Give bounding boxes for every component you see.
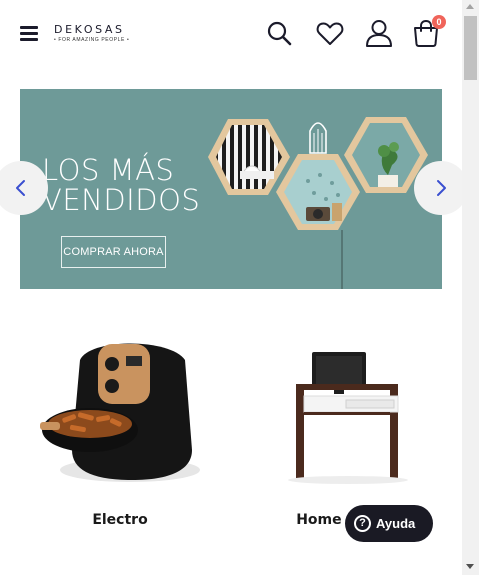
heart-icon[interactable] (315, 18, 345, 48)
air-fryer-image (40, 343, 200, 482)
hero-banner[interactable]: LOS MÁS VENDIDOS COMPRAR AHORA (20, 89, 442, 289)
banner-title-line2: VENDIDOS (42, 183, 201, 217)
help-button[interactable]: ? Ayuda (345, 505, 433, 542)
cart-count-badge: 0 (432, 15, 446, 29)
slider-next-button[interactable] (414, 161, 468, 215)
scroll-down-arrow-icon[interactable] (466, 564, 474, 569)
category-electro[interactable]: Electro (20, 330, 220, 540)
scroll-up-arrow-icon[interactable] (466, 4, 474, 9)
logo[interactable]: DEKOSAS • FOR AMAZING PEOPLE • (54, 23, 130, 44)
category-label[interactable]: Electro (20, 512, 220, 528)
vertical-scrollbar[interactable] (462, 0, 479, 575)
user-icon[interactable] (364, 18, 394, 48)
scrollbar-thumb[interactable] (464, 16, 477, 80)
shop-now-button[interactable]: COMPRAR AHORA (61, 236, 166, 268)
hamburger-menu-icon[interactable] (20, 26, 38, 41)
search-icon[interactable] (264, 18, 294, 48)
question-circle-icon: ? (354, 515, 371, 532)
desk-image (288, 352, 408, 484)
logo-tagline: • FOR AMAZING PEOPLE • (54, 37, 130, 43)
chevron-left-icon (16, 180, 25, 196)
site-header: DEKOSAS • FOR AMAZING PEOPLE • 0 (0, 0, 462, 68)
banner-title-line1: LOS MÁS (42, 153, 175, 187)
banner-title: LOS MÁS VENDIDOS (42, 155, 200, 215)
hexagon-shelves-illustration (208, 117, 428, 289)
chevron-right-icon (437, 180, 446, 196)
help-label: Ayuda (376, 516, 416, 531)
logo-wordmark: DEKOSAS (54, 23, 125, 36)
